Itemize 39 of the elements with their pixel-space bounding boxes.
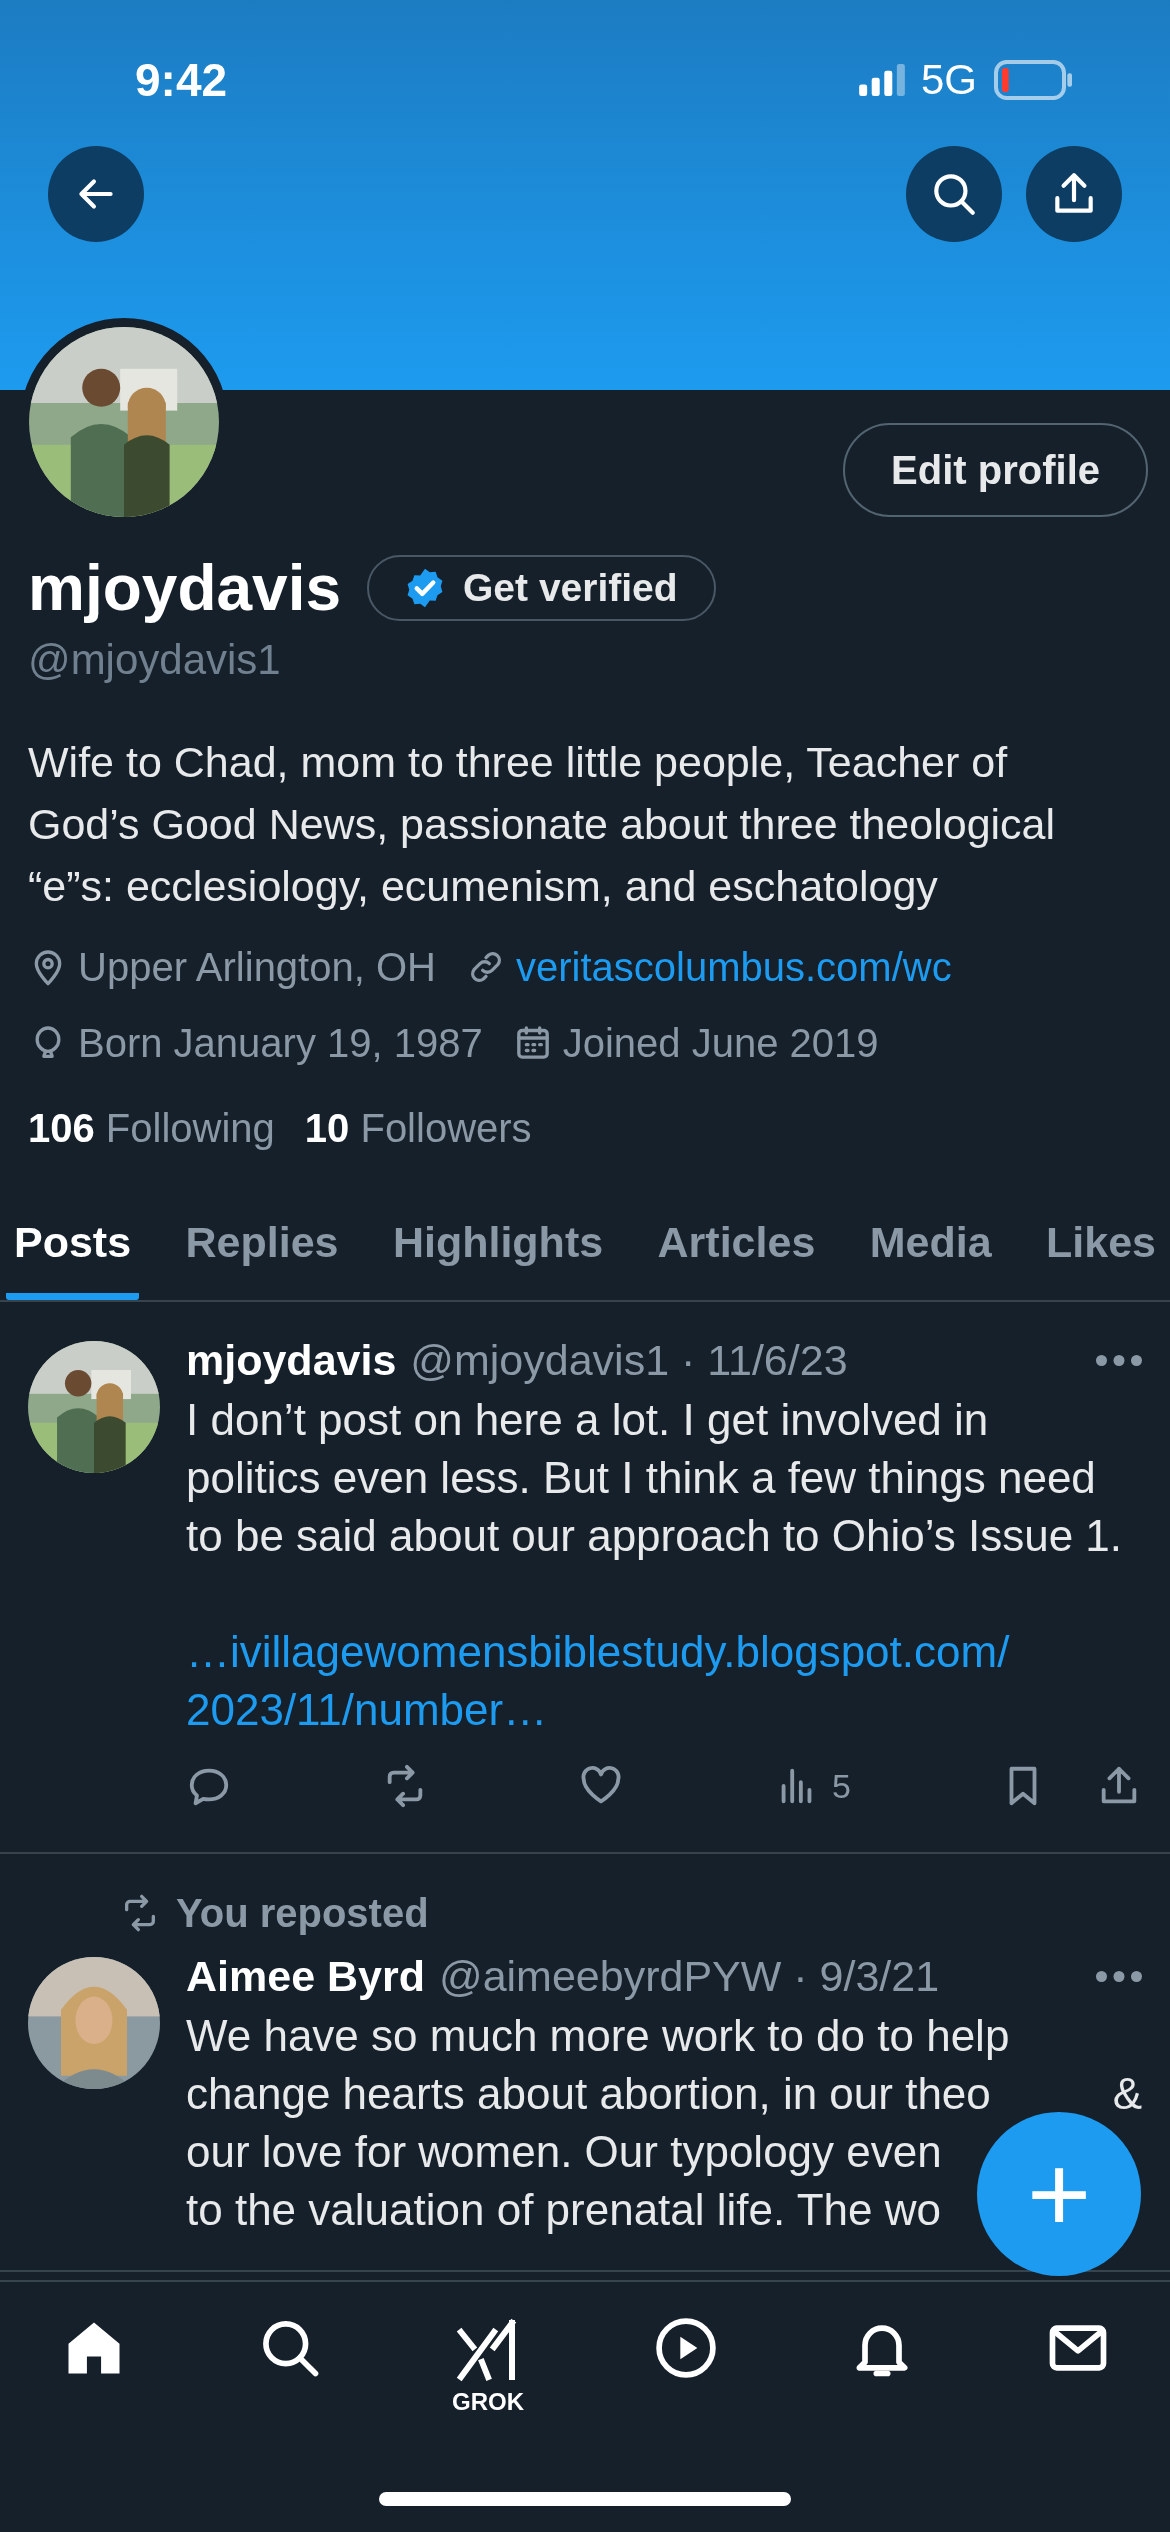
post-text: politics even less. But I think a few things need [186,1452,1096,1504]
profile-tab[interactable]: Highlights [384,1195,612,1300]
website-link[interactable]: veritascolumbus.com/wc [515,944,952,990]
bio-text: Wife to Chad, mom to three little people, Teacher of God’s Good News, passionate about three theological “e”s: ecclesiology, ecumenism, and eschatology [28,737,1057,912]
network-label: 5G [920,56,977,104]
post-text: We have so much more work to do to help [186,2010,1010,2062]
get-verified-button[interactable]: Get verified [367,555,716,621]
author-name: Aimee Byrd [186,1951,425,2001]
repost-label: You reposted [176,1890,429,1936]
nav-grok-button[interactable]: GROK [452,2314,524,2424]
status-time: 9:42 [135,53,228,107]
post-text: to be said about our approach to Ohio’s Issue 1. [186,1510,1123,1562]
author-handle-date: @aimeebyrdPYW · 9/3/21 [439,1951,940,2001]
follow-stat[interactable]: 106 Following [28,1105,275,1151]
post-text: I don’t post on here a lot. I get involved in [186,1394,989,1446]
handle: @mjoydavis1 [28,636,282,684]
joined-text: Joined June 2019 [562,1020,879,1066]
battery-icon [993,60,1075,100]
post-text: to the valuation of prenatal life. The wo [186,2184,941,2236]
display-name: mjoydavis [28,551,342,625]
author-name: mjoydavis [186,1335,397,1385]
profile-tab[interactable]: Replies [177,1195,347,1300]
follow-stat[interactable]: 10 Followers [304,1105,532,1151]
compose-button[interactable]: + [977,2112,1141,2276]
profile-tab[interactable]: Posts [6,1195,140,1300]
post-link[interactable]: 2023/11/number… [186,1681,1142,1739]
more-icon[interactable] [1096,1354,1142,1366]
profile-tab[interactable]: Media [861,1195,1000,1300]
profile-tab[interactable]: Likes [1038,1195,1164,1300]
signal-icon [858,64,905,96]
profile-tab[interactable]: Articles [649,1195,824,1300]
more-icon[interactable] [1096,1970,1142,1982]
post-link[interactable]: …ivillagewomensbiblestudy.blogspot.com/ [186,1623,1142,1681]
location-text: Upper Arlington, OH [78,944,436,990]
birthday-text: Born January 19, 1987 [78,1020,483,1066]
edit-profile-button[interactable]: Edit profile [843,423,1148,517]
author-handle-date: @mjoydavis1 · 11/6/23 [410,1335,848,1385]
post-text: our love for women. Our typology even [186,2126,942,2178]
views-button[interactable]: 5 [774,1763,851,1809]
